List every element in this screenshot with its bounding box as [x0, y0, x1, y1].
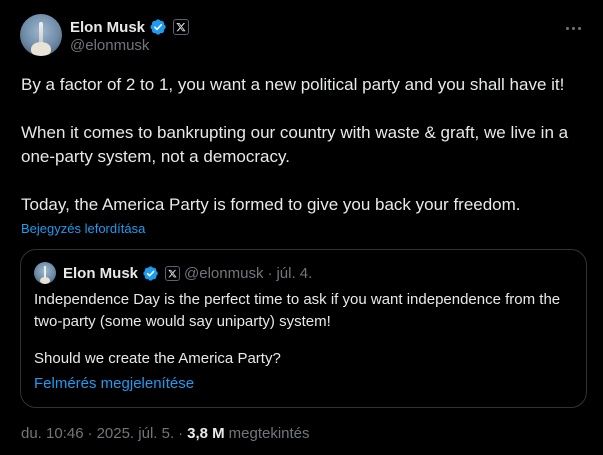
author-display-name[interactable]: Elon Musk [70, 19, 145, 36]
more-options-icon[interactable] [561, 18, 585, 38]
separator-dot: · [178, 425, 184, 442]
verified-badge-icon [150, 19, 166, 35]
translate-post-link[interactable]: Bejegyzés lefordítása [21, 221, 145, 236]
separator-dot: · [87, 425, 93, 442]
post-date[interactable]: 2025. júl. 5. [97, 425, 175, 442]
author-name-row: Elon Musk [70, 17, 190, 37]
post-paragraph: Today, the America Party is formed to gi… [21, 195, 521, 214]
author-avatar[interactable] [20, 14, 62, 56]
quoted-post-paragraph: Should we create the America Party? [34, 350, 281, 367]
smoke-icon [31, 42, 51, 56]
separator-dot: · [267, 264, 273, 282]
views-count: 3,8 M [187, 425, 225, 442]
quoted-author-avatar[interactable] [34, 262, 56, 284]
views-label: megtekintés [228, 425, 310, 442]
author-handle[interactable]: @elonmusk [70, 37, 149, 54]
quoted-author-row: Elon Musk @elonmusk · júl. 4. [63, 264, 312, 282]
smoke-icon [40, 277, 50, 284]
rocket-icon [39, 22, 43, 44]
verified-badge-icon [143, 265, 158, 281]
post-meta: du. 10:46 · 2025. júl. 5. · 3,8 M megtek… [21, 425, 310, 442]
post-paragraph: When it comes to bankrupting our country… [21, 123, 569, 166]
x-logo-icon [165, 265, 181, 281]
quoted-post-date: júl. 4. [276, 264, 313, 282]
show-poll-link[interactable]: Felmérés megjelenítése [34, 375, 194, 392]
x-logo-icon [173, 19, 190, 35]
post-time[interactable]: du. 10:46 [21, 425, 84, 442]
post-paragraph: By a factor of 2 to 1, you want a new po… [21, 75, 565, 94]
quoted-post-card[interactable]: Elon Musk @elonmusk · júl. 4. Independen… [20, 249, 587, 408]
quoted-author-handle: @elonmusk [184, 264, 264, 282]
quoted-author-display-name: Elon Musk [63, 264, 139, 282]
quoted-post-paragraph: Independence Day is the perfect time to … [34, 291, 561, 330]
post: Elon Musk @elonmusk By a factor of 2 to … [0, 0, 603, 455]
